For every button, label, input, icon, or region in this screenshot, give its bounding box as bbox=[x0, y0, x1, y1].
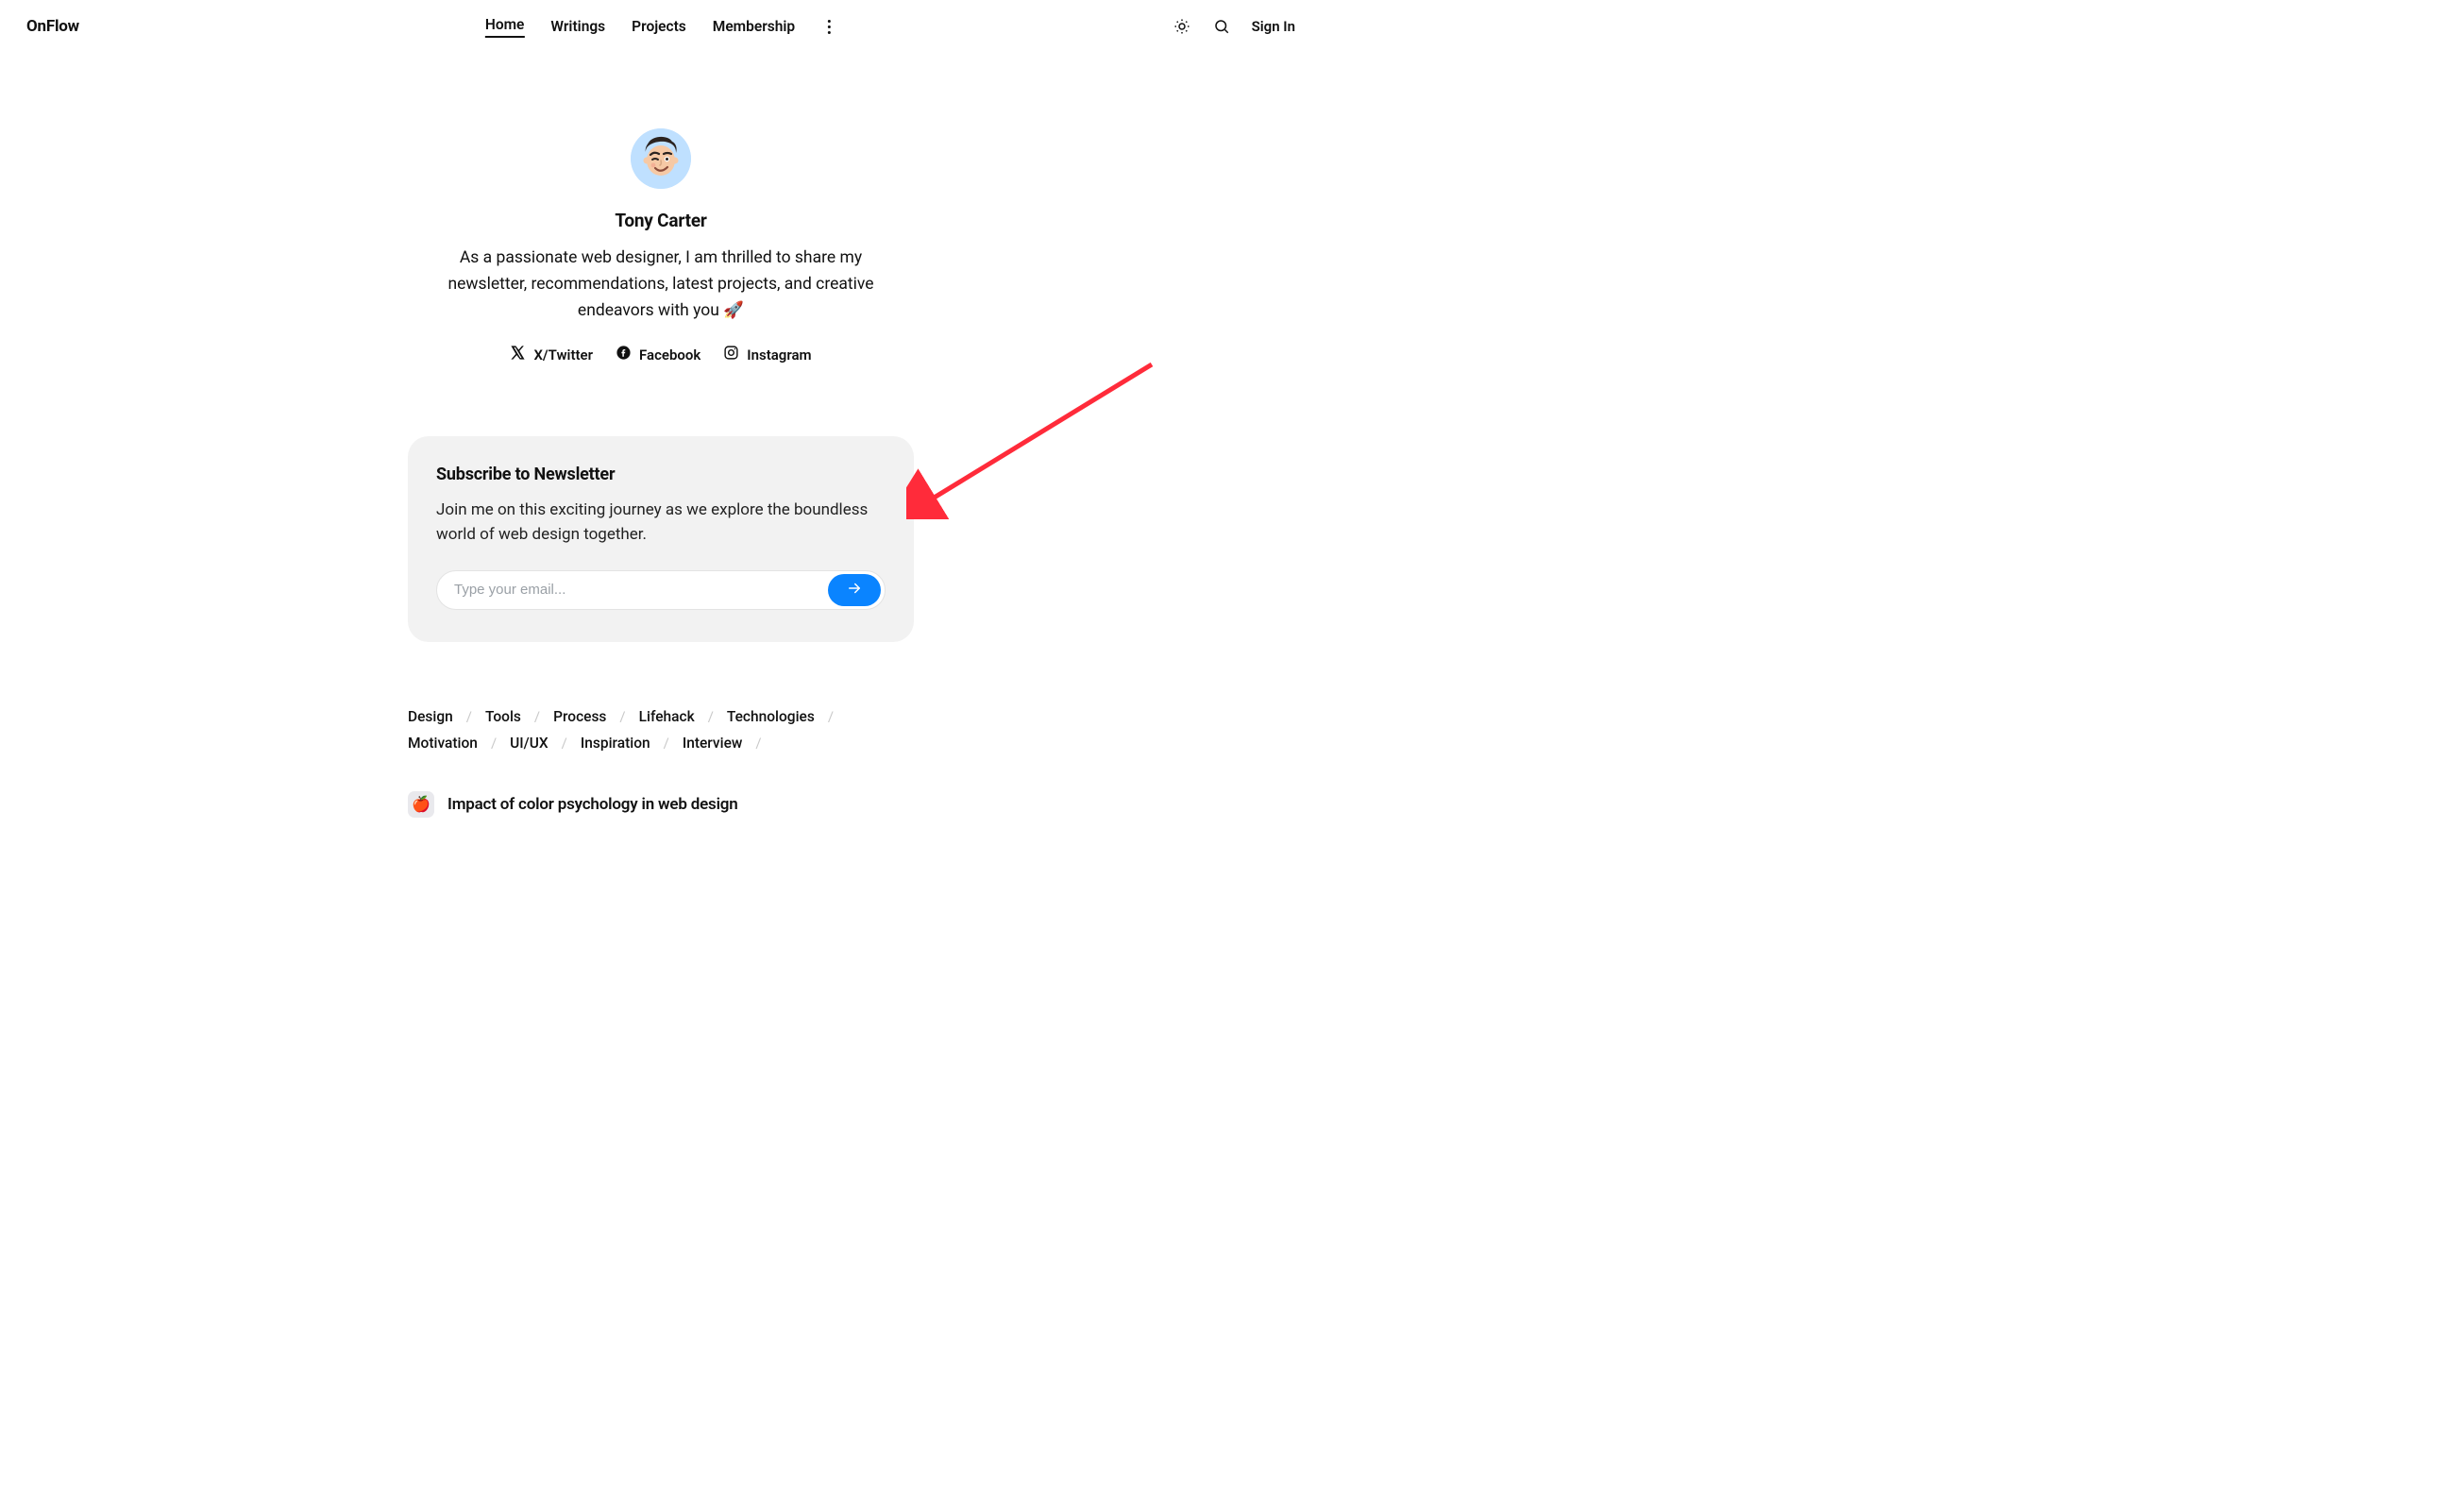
newsletter-title: Subscribe to Newsletter bbox=[436, 465, 886, 484]
nav-projects[interactable]: Projects bbox=[632, 18, 686, 35]
social-x[interactable]: X/Twitter bbox=[510, 345, 593, 364]
nav-writings[interactable]: Writings bbox=[550, 18, 605, 35]
separator: / bbox=[556, 735, 573, 752]
tag-list: Design / Tools / Process / Lifehack / Techno… bbox=[408, 708, 914, 752]
tag-inspiration[interactable]: Inspiration bbox=[581, 735, 650, 752]
social-instagram[interactable]: Instagram bbox=[723, 345, 811, 364]
social-links: X/Twitter Facebook Instagram bbox=[510, 345, 811, 364]
tag-interview[interactable]: Interview bbox=[683, 735, 743, 752]
annotation-arrow-icon bbox=[906, 359, 1161, 519]
hero: Tony Carter As a passionate web designer… bbox=[0, 128, 1322, 364]
tag-lifehack[interactable]: Lifehack bbox=[639, 708, 695, 725]
instagram-icon bbox=[723, 345, 739, 364]
social-label: Facebook bbox=[639, 347, 700, 364]
separator: / bbox=[702, 708, 719, 725]
separator: / bbox=[461, 708, 478, 725]
social-label: X/Twitter bbox=[533, 347, 593, 364]
social-label: Instagram bbox=[747, 347, 811, 364]
nav-home[interactable]: Home bbox=[485, 16, 525, 38]
facebook-icon bbox=[616, 345, 632, 364]
search-icon[interactable] bbox=[1212, 17, 1231, 36]
newsletter-card: Subscribe to Newsletter Join me on this … bbox=[408, 436, 914, 642]
submit-button[interactable] bbox=[828, 574, 881, 606]
primary-nav: Home Writings Projects Membership bbox=[485, 16, 836, 38]
email-form bbox=[436, 570, 886, 610]
separator: / bbox=[822, 708, 839, 725]
theme-toggle-icon[interactable] bbox=[1173, 17, 1191, 36]
tag-process[interactable]: Process bbox=[553, 708, 606, 725]
tag-motivation[interactable]: Motivation bbox=[408, 735, 478, 752]
arrow-right-icon bbox=[846, 580, 863, 600]
separator: / bbox=[614, 708, 631, 725]
tag-tools[interactable]: Tools bbox=[485, 708, 521, 725]
header: OnFlow Home Writings Projects Membership bbox=[0, 0, 1322, 45]
separator: / bbox=[485, 735, 502, 752]
post-title: Impact of color psychology in web design bbox=[447, 795, 738, 814]
more-menu-icon[interactable] bbox=[821, 17, 836, 36]
email-input[interactable] bbox=[454, 582, 828, 598]
social-facebook[interactable]: Facebook bbox=[616, 345, 700, 364]
separator: / bbox=[750, 735, 767, 752]
nav-membership[interactable]: Membership bbox=[713, 18, 795, 35]
tag-uiux[interactable]: UI/UX bbox=[510, 735, 548, 752]
tag-design[interactable]: Design bbox=[408, 708, 453, 725]
avatar bbox=[631, 128, 691, 189]
profile-bio: As a passionate web designer, I am thril… bbox=[444, 245, 878, 324]
post-row[interactable]: 🍎 Impact of color psychology in web desi… bbox=[408, 791, 914, 818]
signin-button[interactable]: Sign In bbox=[1252, 18, 1295, 35]
newsletter-desc: Join me on this exciting journey as we e… bbox=[436, 498, 886, 548]
post-thumb-icon: 🍎 bbox=[408, 791, 434, 818]
separator: / bbox=[658, 735, 675, 752]
separator: / bbox=[529, 708, 546, 725]
tag-technologies[interactable]: Technologies bbox=[727, 708, 815, 725]
x-icon bbox=[510, 345, 526, 364]
header-actions: Sign In bbox=[1173, 17, 1295, 36]
brand-logo[interactable]: OnFlow bbox=[26, 17, 79, 36]
profile-name: Tony Carter bbox=[615, 210, 706, 231]
